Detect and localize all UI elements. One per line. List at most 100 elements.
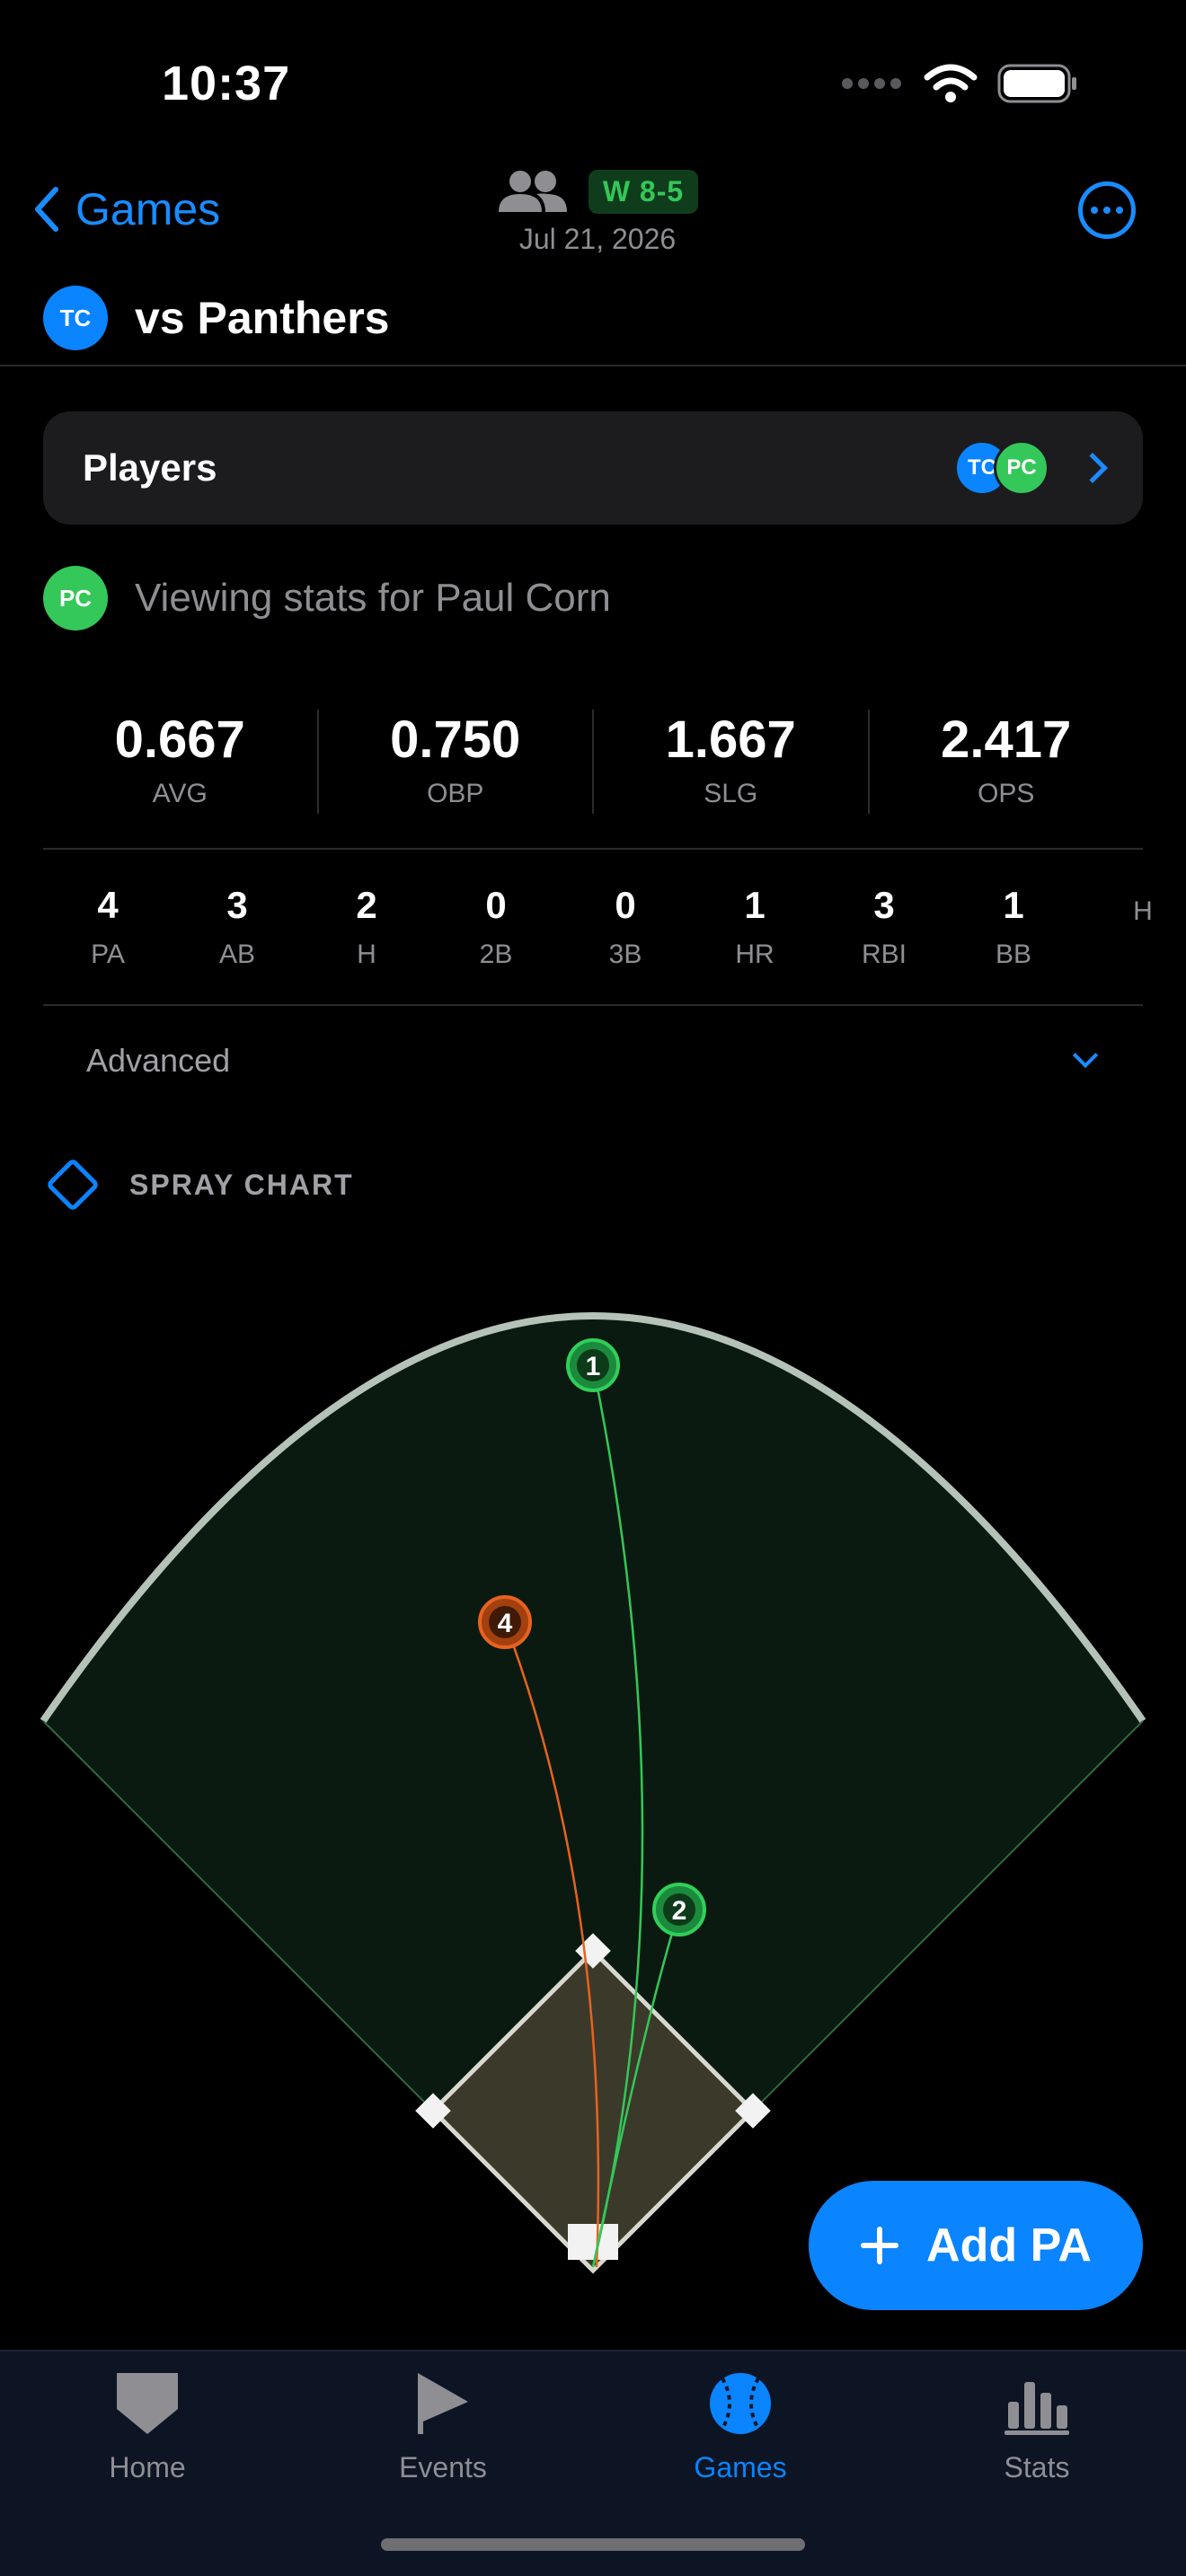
players-card[interactable]: Players TC PC [43,411,1143,525]
status-icons [841,63,1078,104]
stat-label: SLG [704,779,758,808]
hit-marker-4[interactable]: 4 [478,1595,532,1649]
battery-icon [997,64,1076,103]
stat-overflow: H [1078,884,1186,983]
svg-text:1: 1 [586,1352,601,1381]
stat-rbi: 3 RBI [819,884,949,983]
viewing-text: Viewing stats for Paul Corn [135,576,611,620]
stat-label: BB [995,940,1032,969]
divider [0,365,1186,366]
stat-h: 2 H [302,884,431,983]
stat-label: OPS [978,779,1035,808]
stat-value: 3 [873,884,895,926]
stat-label: AB [218,940,256,969]
home-indicator[interactable] [381,2538,805,2551]
home-plate-icon [117,2373,178,2434]
team-icon [498,171,567,212]
baseball-icon [710,2373,771,2434]
stat-value: 1 [744,884,766,926]
chevron-down-icon [1072,1042,1099,1069]
ellipsis-icon [1091,207,1098,214]
stat-slg: 1.667 SLG [594,710,870,814]
stat-avg: 0.667 AVG [43,710,319,814]
diamond-icon [48,1160,98,1210]
player-avatar-pc: PC [994,440,1049,496]
tab-label: Games [694,2451,787,2483]
players-title: Players [83,446,217,489]
stat-label: HR [735,940,774,969]
stat-value: 0.667 [114,710,245,769]
tab-games[interactable]: Games [633,2369,848,2484]
stat-hr: 1 HR [690,884,819,983]
more-options-button[interactable] [1078,181,1136,239]
stat-label: AVG [152,779,208,808]
game-date: Jul 21, 2026 [518,223,677,255]
svg-text:4: 4 [498,1609,513,1638]
stat-value: 0 [485,884,507,926]
stat-label: OBP [427,779,484,808]
tab-home[interactable]: Home [40,2369,255,2484]
stat-value: 2.417 [941,710,1072,769]
cellular-signal-icon [842,78,901,89]
tab-label: Events [399,2451,487,2483]
nav-bar: Games W 8-5 Jul 21, 2026 TC vs Panthers [0,162,1186,368]
result-badge: W 8-5 [588,169,699,214]
stat-label: PA [91,940,125,969]
stat-value: 3 [226,884,248,926]
divider [43,1004,1143,1006]
stat-value: 0 [615,884,636,926]
team-header: TC vs Panthers [43,286,389,350]
add-pa-label: Add PA [926,2219,1092,2272]
stat-value: 2 [356,884,377,926]
status-bar: 10:37 [0,0,1186,171]
hit-marker-1[interactable]: 1 [566,1338,620,1392]
spray-chart-header: SPRAY CHART [43,1155,354,1214]
player-avatar-stack: TC PC [954,440,1049,496]
count-stats[interactable]: 4 PA 3 AB 2 H 0 2B 0 3B 1 HR 3 RBI 1 BB … [43,884,1186,983]
viewing-avatar: PC [43,566,108,631]
hit-marker-2[interactable]: 2 [652,1883,706,1936]
advanced-label: Advanced [86,1042,231,1079]
stat-2b: 0 2B [431,884,561,983]
stat-value: 1 [1003,884,1024,926]
tab-label: Stats [1004,2451,1070,2483]
spray-chart-title: SPRAY CHART [129,1168,354,1201]
stat-label: H [357,940,376,969]
chevron-right-icon [1077,453,1108,483]
tab-stats[interactable]: Stats [929,2369,1145,2484]
status-time: 10:37 [162,57,291,110]
rate-stats: 0.667 AVG 0.750 OBP 1.667 SLG 2.417 OPS [43,710,1143,814]
stat-label: RBI [861,940,907,969]
chevron-left-icon [35,187,58,232]
stat-ab: 3 AB [173,884,302,983]
bar-chart-icon [1005,2382,1069,2435]
svg-text:2: 2 [672,1896,687,1926]
wifi-icon [924,64,978,102]
game-summary: W 8-5 Jul 21, 2026 [490,169,705,256]
plus-icon [861,2227,899,2264]
tab-label: Home [109,2451,186,2483]
page-title: vs Panthers [135,293,390,343]
team-avatar: TC [43,286,108,350]
back-button[interactable]: Games [32,183,220,235]
viewing-player-row: PC Viewing stats for Paul Corn [43,566,611,631]
spray-chart-field: 1 4 2 [40,1311,1146,2274]
stat-3b: 0 3B [561,884,690,983]
divider [43,848,1143,850]
stat-label: 2B [479,940,513,969]
stat-label: 3B [608,940,642,969]
flag-icon [418,2373,468,2434]
stat-bb: 1 BB [949,884,1078,983]
stat-ops: 2.417 OPS [870,710,1144,814]
add-pa-button[interactable]: Add PA [809,2181,1143,2310]
stat-obp: 0.750 OBP [319,710,594,814]
stat-value: 1.667 [665,710,796,769]
advanced-toggle[interactable]: Advanced [86,1042,1102,1080]
stat-label: H [1133,896,1153,926]
stat-pa: 4 PA [43,884,173,983]
back-button-label: Games [75,184,221,234]
home-plate [568,2224,618,2260]
stat-value: 0.750 [390,710,521,769]
tab-events[interactable]: Events [335,2369,551,2484]
stat-value: 4 [97,884,119,926]
